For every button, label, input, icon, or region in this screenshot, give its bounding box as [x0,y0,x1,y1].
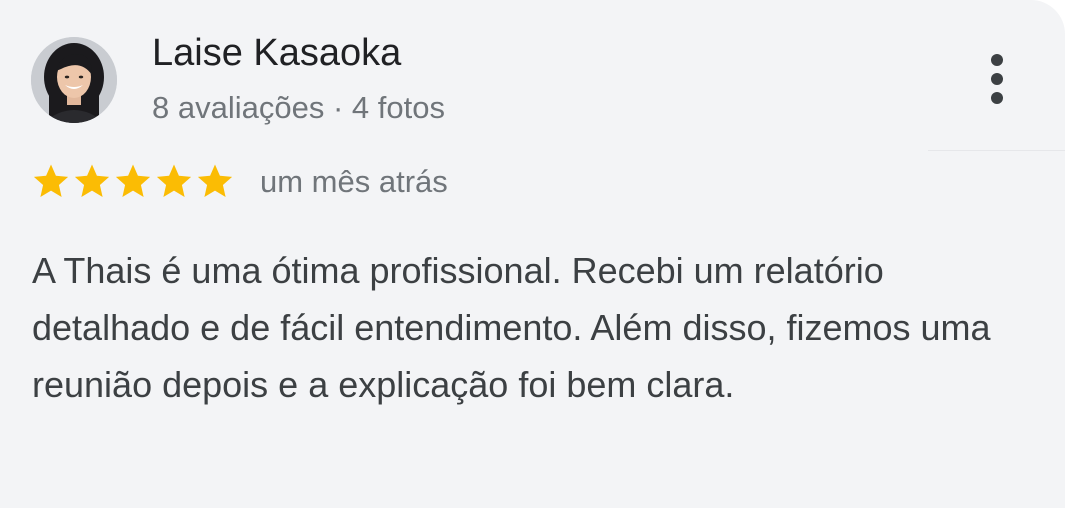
review-time: um mês atrás [260,164,448,199]
star-icon [74,164,110,197]
author-meta: 8 avaliações · 4 fotos [152,90,445,125]
star-rating [32,162,234,200]
divider [928,150,1065,151]
more-vert-dot [991,73,1003,85]
author-name[interactable]: Laise Kasaoka [152,30,401,76]
star-icon [115,164,151,197]
star-icon [197,164,233,197]
more-options-button[interactable] [975,50,1019,108]
more-vert-icon [991,54,1003,66]
review-card: Laise Kasaoka 8 avaliações · 4 fotos um … [0,0,1065,508]
user-photo-icon [31,37,117,123]
more-vert-dot [991,92,1003,104]
star-icon [156,164,192,197]
star-icon [33,164,69,197]
review-text: A Thais é uma ótima profissional. Recebi… [32,250,991,405]
avatar[interactable] [31,37,117,123]
